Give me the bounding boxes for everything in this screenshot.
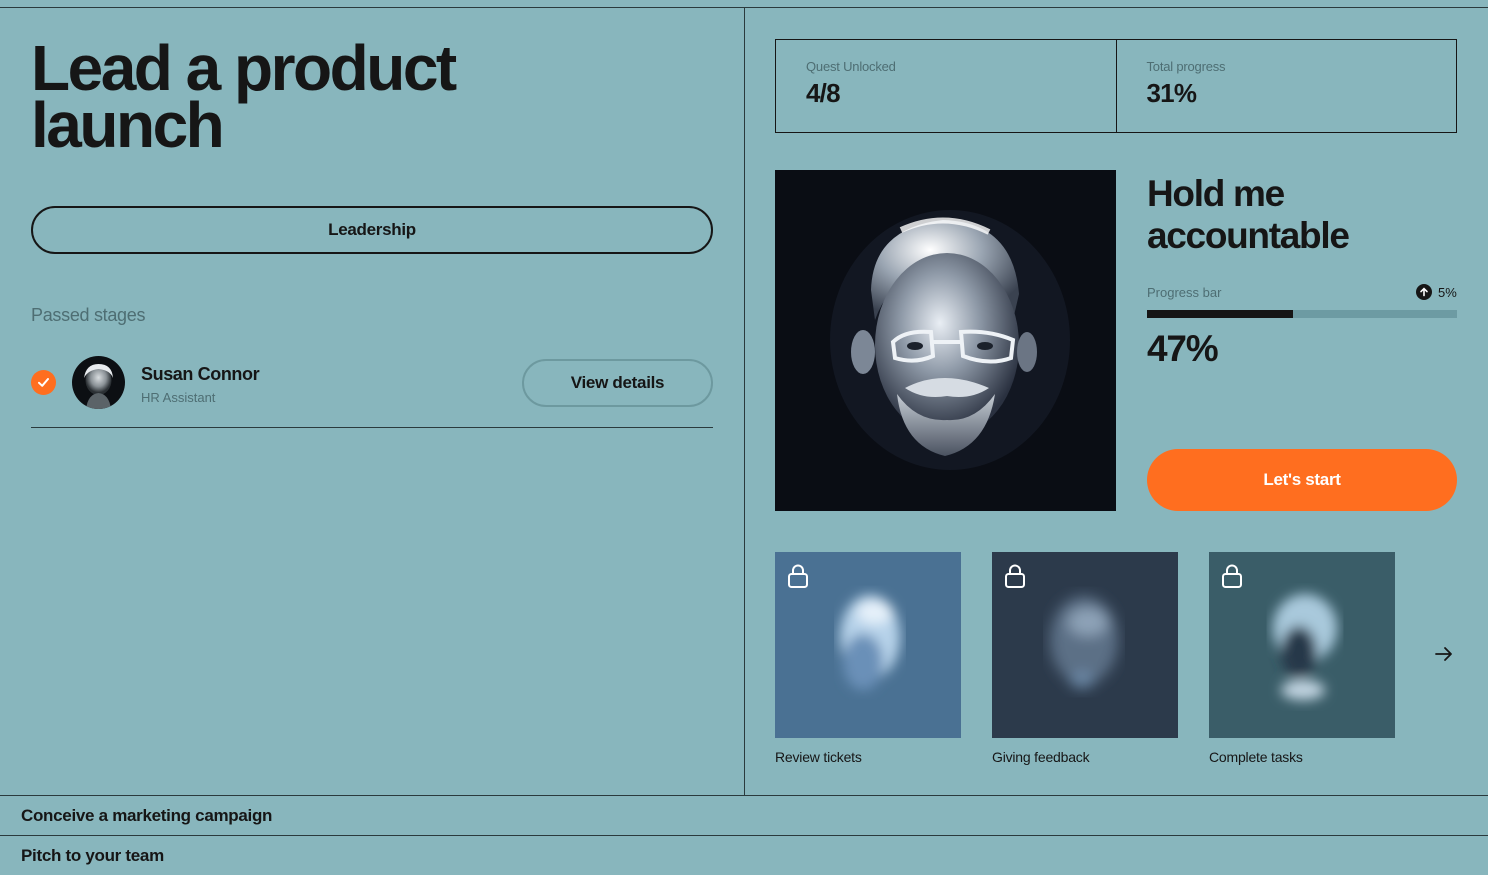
stat-label: Quest Unlocked (806, 59, 896, 74)
stat-label: Total progress (1146, 59, 1226, 74)
lock-icon (787, 564, 809, 593)
stage-card-label: Giving feedback (992, 749, 1090, 765)
passed-stage-row: Susan Connor HR Assistant View details (31, 356, 713, 428)
locked-stage-card[interactable]: Giving feedback (992, 552, 1178, 765)
locked-stage-card[interactable]: Review tickets (775, 552, 961, 765)
checkmark-icon (31, 370, 56, 395)
stage-person-role: HR Assistant (141, 390, 216, 405)
quest-row[interactable]: Conceive a marketing campaign (0, 795, 1488, 835)
stage-thumbnail (775, 552, 961, 738)
stat-value: 4/8 (806, 78, 841, 108)
progress-percent: 47% (1147, 328, 1219, 369)
stage-person-name: Susan Connor (141, 364, 260, 384)
lets-start-button[interactable]: Let's start (1147, 449, 1457, 511)
stat-value: 31% (1146, 78, 1197, 108)
stage-thumbnail (992, 552, 1178, 738)
progress-track (1147, 310, 1457, 318)
progress-change: 5% (1416, 284, 1457, 300)
stage-thumbnail (1209, 552, 1395, 738)
column-divider (744, 7, 745, 795)
passed-stages-label: Passed stages (31, 305, 146, 325)
progress-change-value: 5% (1438, 284, 1457, 300)
page-title: Lead a product launch (31, 32, 457, 161)
stat-quest-unlocked: Quest Unlocked 4/8 (776, 40, 1116, 132)
view-details-button[interactable]: View details (522, 359, 713, 407)
progress-bar-label: Progress bar (1147, 285, 1222, 300)
avatar (72, 356, 125, 409)
stage-card-label: Complete tasks (1209, 749, 1303, 765)
arrow-right-icon[interactable] (1432, 642, 1456, 666)
lock-icon (1221, 564, 1243, 593)
stat-total-progress: Total progress 31% (1115, 40, 1457, 132)
quest-row[interactable]: Pitch to your team (0, 835, 1488, 875)
stats-panel: Quest Unlocked 4/8 Total progress 31% (775, 39, 1457, 133)
lock-icon (1004, 564, 1026, 593)
progress-fill (1147, 310, 1293, 318)
arrow-up-icon (1416, 284, 1432, 300)
current-stage-title: Hold me accountable (1147, 173, 1350, 256)
locked-stage-card[interactable]: Complete tasks (1209, 552, 1395, 765)
mentor-portrait (775, 170, 1116, 511)
category-pill[interactable]: Leadership (31, 206, 713, 254)
stage-card-label: Review tickets (775, 749, 862, 765)
